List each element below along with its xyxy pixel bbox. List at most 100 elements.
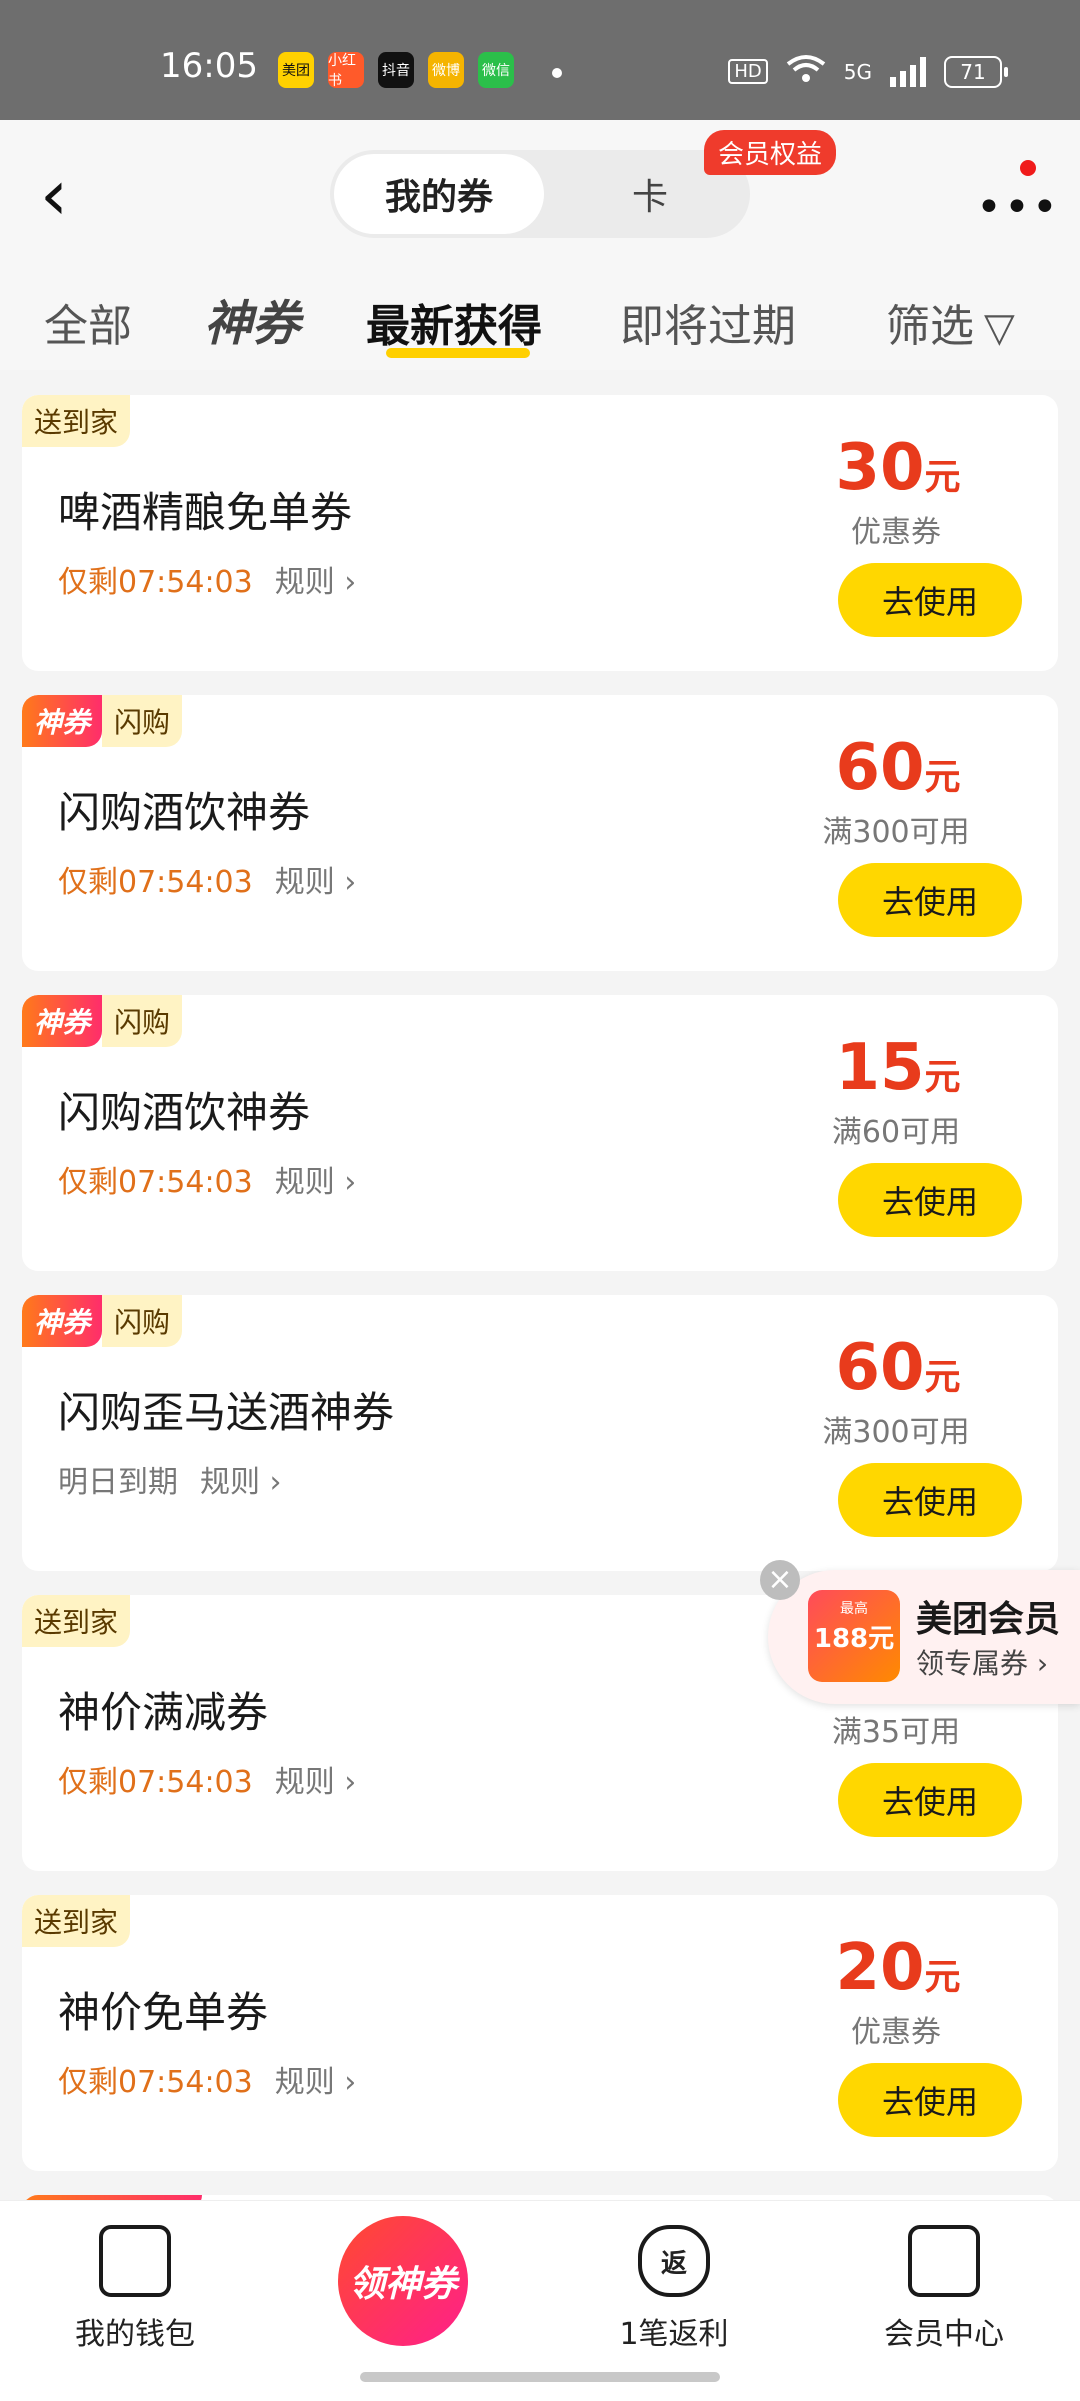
segment-control: 我的券 卡: [330, 150, 750, 238]
flash-tag: 闪购: [102, 695, 183, 747]
flash-tag: 闪购: [102, 1295, 183, 1347]
rebate-icon: 返: [638, 2225, 710, 2297]
weibo-app-icon: 微博: [428, 52, 464, 88]
coupon-condition: 满300可用: [822, 815, 970, 850]
countdown: 仅剩07:54:03: [58, 2065, 253, 2100]
promo-max-label: 最高: [840, 1601, 868, 1617]
coupon-tags: 神券 闪购: [22, 1295, 183, 1347]
coupon-condition: 满35可用: [831, 1715, 961, 1750]
filter-tabs: 全部 神券 最新获得 即将过期 筛选 ▽: [0, 280, 1080, 360]
network-type: 5G: [843, 59, 872, 84]
rule-link[interactable]: 规则 ›: [275, 565, 357, 600]
use-button[interactable]: 去使用: [838, 1763, 1022, 1837]
member-benefits-badge[interactable]: 会员权益: [704, 130, 837, 175]
rule-link[interactable]: 规则 ›: [275, 865, 357, 900]
use-button[interactable]: 去使用: [838, 2063, 1022, 2137]
coupon-meta: 仅剩07:54:03 规则 ›: [58, 2057, 356, 2101]
coupon-title: 神价免单券: [58, 1988, 269, 2037]
nav-rebate[interactable]: 返 1笔返利: [564, 2225, 784, 2353]
coupon-condition: 满60可用: [831, 1115, 961, 1150]
status-app-icons: 美团 小红书 抖音 微博 微信: [278, 52, 514, 89]
get-shen-coupon-button[interactable]: 领神券: [338, 2216, 468, 2346]
coupon-card[interactable]: 神券 闪购 闪购歪马送酒神券 明日到期 规则 › 60元 满300可用 去使用: [22, 1295, 1058, 1571]
use-button[interactable]: 去使用: [838, 863, 1022, 937]
rule-label: 规则: [274, 1165, 335, 1200]
delivery-tag: 送到家: [22, 1595, 131, 1647]
rule-label: 规则: [274, 1765, 335, 1800]
tab-shen-coupon[interactable]: 神券: [204, 284, 300, 354]
back-icon[interactable]: ‹: [40, 160, 100, 235]
shen-coupon-tag: 神券: [22, 695, 103, 747]
active-tab-indicator: [386, 348, 530, 358]
douyin-app-icon: 抖音: [378, 52, 414, 88]
meituan-app-icon: 美团: [278, 52, 314, 88]
tab-filter[interactable]: 筛选 ▽: [886, 290, 1015, 354]
countdown: 仅剩07:54:03: [58, 565, 253, 600]
tab-latest[interactable]: 最新获得: [366, 290, 542, 354]
amount-unit: 元: [924, 1057, 961, 1098]
coupon-amount: 60元: [798, 1331, 998, 1405]
amount-value: 60: [835, 731, 925, 805]
red-dot-icon: [1020, 160, 1036, 176]
use-button[interactable]: 去使用: [838, 563, 1022, 637]
notification-dot-icon: [552, 68, 562, 78]
rule-link[interactable]: 规则 ›: [275, 1165, 357, 1200]
coupon-title: 闪购酒饮神券: [58, 788, 311, 837]
amount-unit: 元: [924, 457, 961, 498]
coupon-meta: 仅剩07:54:03 规则 ›: [58, 1157, 356, 1201]
coupon-title: 闪购歪马送酒神券: [58, 1388, 395, 1437]
rule-label: 规则: [274, 565, 335, 600]
wifi-icon: [786, 54, 826, 89]
coupon-card[interactable]: 送到家 啤酒精酿免单券 仅剩07:54:03 规则 › 30元 优惠券 去使用: [22, 395, 1058, 671]
countdown: 仅剩07:54:03: [58, 865, 253, 900]
delivery-tag: 送到家: [22, 395, 131, 447]
rule-link[interactable]: 规则 ›: [275, 1765, 357, 1800]
coupon-condition: 满300可用: [822, 1415, 970, 1450]
shen-coupon-tag: 神券: [22, 995, 103, 1047]
amount-value: 15: [835, 1031, 925, 1105]
coupon-title: 神价满减券: [58, 1688, 269, 1737]
countdown: 仅剩07:54:03: [58, 1765, 253, 1800]
status-bar: 16:05 美团 小红书 抖音 微博 微信 HD 5G 71: [0, 0, 1080, 120]
crown-basket-icon: [908, 2225, 980, 2297]
tab-expiring[interactable]: 即将过期: [620, 290, 796, 354]
nav-wallet-label: 我的钱包: [75, 2317, 195, 2352]
coupon-meta: 仅剩07:54:03 规则 ›: [58, 857, 356, 901]
tab-cards[interactable]: 卡: [580, 150, 720, 238]
coupon-meta: 明日到期 规则 ›: [58, 1457, 282, 1501]
member-promo-widget[interactable]: 最高 188元 美团会员 领专属券 ›: [768, 1570, 1080, 1704]
filter-icon: ▽: [984, 305, 1015, 351]
more-options-icon[interactable]: •••: [976, 182, 1060, 233]
status-time: 16:05: [160, 46, 258, 86]
coupon-card[interactable]: 神券 闪购 闪购酒饮神券 仅剩07:54:03 规则 › 60元 满300可用 去…: [22, 695, 1058, 971]
coupon-amount: 60元: [798, 731, 998, 805]
amount-unit: 元: [924, 1957, 961, 1998]
use-button[interactable]: 去使用: [838, 1463, 1022, 1537]
tab-my-coupons[interactable]: 我的券: [334, 154, 544, 234]
battery-icon: 71: [944, 55, 1008, 88]
amount-value: 60: [835, 1331, 925, 1405]
nav-wallet[interactable]: 我的钱包: [25, 2225, 245, 2353]
wechat-app-icon: 微信: [478, 52, 514, 88]
rule-label: 规则: [200, 1465, 260, 1500]
promo-subtitle: 领专属券 ›: [916, 1647, 1049, 1680]
delivery-tag: 送到家: [22, 1895, 131, 1947]
nav-member-label: 会员中心: [884, 2317, 1004, 2352]
coupon-meta: 仅剩07:54:03 规则 ›: [58, 557, 356, 601]
close-icon[interactable]: ×: [760, 1560, 800, 1600]
use-button[interactable]: 去使用: [838, 1163, 1022, 1237]
coupon-card[interactable]: 神券 闪购 闪购酒饮神券 仅剩07:54:03 规则 › 15元 满60可用 去使…: [22, 995, 1058, 1271]
home-indicator[interactable]: [360, 2372, 720, 2382]
coupon-condition: 优惠券: [851, 2015, 941, 2050]
rule-link[interactable]: 规则 ›: [200, 1465, 282, 1500]
nav-member-center[interactable]: 会员中心: [834, 2225, 1054, 2353]
tab-all[interactable]: 全部: [44, 290, 132, 354]
shen-coupon-tag: 神券: [22, 1295, 103, 1347]
coupon-condition: 优惠券: [851, 515, 941, 550]
coupon-card[interactable]: 送到家 神价免单券 仅剩07:54:03 规则 › 20元 优惠券 去使用: [22, 1895, 1058, 2171]
coupon-amount: 20元: [798, 1931, 998, 2005]
rule-link[interactable]: 规则 ›: [275, 2065, 357, 2100]
coupon-gift-icon: 最高 188元: [808, 1590, 900, 1682]
coupon-amount: 15元: [798, 1031, 998, 1105]
wallet-icon: [99, 2225, 171, 2297]
